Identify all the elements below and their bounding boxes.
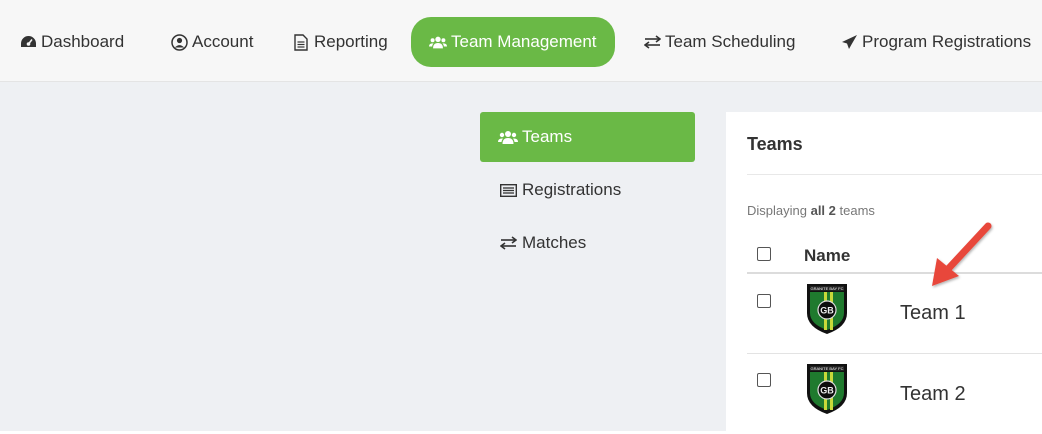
subnav-teams-label: Teams [522, 127, 573, 146]
select-all-checkbox[interactable] [757, 247, 771, 261]
nav-dashboard-label: Dashboard [41, 32, 125, 51]
exchange-icon [498, 234, 518, 252]
nav-team-management-label: Team Management [451, 32, 597, 51]
annotation-arrow-icon [932, 222, 992, 286]
panel-title: Teams [747, 134, 803, 154]
users-icon [429, 33, 447, 51]
nav-program-registrations[interactable]: Program Registrations [840, 17, 1031, 67]
nav-reporting[interactable]: Reporting [292, 17, 388, 67]
row-checkbox[interactable] [757, 373, 771, 387]
crest-text: GRANITE BAY FC [811, 286, 844, 291]
nav-reporting-label: Reporting [314, 32, 388, 51]
summary-prefix: Displaying [747, 203, 811, 218]
summary-count: all 2 [810, 203, 836, 218]
nav-team-scheduling[interactable]: Team Scheduling [643, 17, 795, 67]
row-checkbox[interactable] [757, 294, 771, 308]
panel-divider [747, 174, 1042, 175]
table-row[interactable]: GRANITE BAY FC GB Team 2 [747, 354, 1042, 434]
column-header-name[interactable]: Name [804, 246, 850, 266]
nav-program-registrations-label: Program Registrations [862, 32, 1032, 51]
dashboard-icon [19, 33, 37, 51]
user-circle-icon [170, 33, 188, 51]
content-area: Teams Registrations Matches Teams Displa… [0, 82, 1042, 431]
file-text-icon [292, 33, 310, 51]
nav-dashboard[interactable]: Dashboard [19, 17, 124, 67]
svg-text:GB: GB [820, 306, 834, 316]
team-name[interactable]: Team 1 [900, 302, 966, 325]
subnav-matches-label: Matches [522, 233, 587, 252]
users-icon [498, 128, 518, 146]
summary-suffix: teams [835, 203, 875, 218]
list-icon [498, 181, 518, 199]
subnav-registrations-label: Registrations [522, 180, 622, 199]
nav-account[interactable]: Account [170, 17, 253, 67]
paper-plane-icon [840, 33, 858, 51]
team-crest: GRANITE BAY FC GB [805, 363, 849, 415]
exchange-icon [643, 33, 661, 51]
svg-text:GB: GB [820, 386, 834, 396]
subnav-registrations[interactable]: Registrations [480, 165, 695, 215]
team-name[interactable]: Team 2 [900, 383, 966, 406]
top-navigation: Dashboard Account Reporting Team Managem… [0, 0, 1042, 82]
nav-account-label: Account [192, 32, 254, 51]
crest-text: GRANITE BAY FC [811, 366, 844, 371]
subnav-matches[interactable]: Matches [480, 218, 695, 268]
team-crest: GRANITE BAY FC GB [805, 283, 849, 335]
nav-team-management[interactable]: Team Management [411, 17, 615, 67]
nav-team-scheduling-label: Team Scheduling [665, 32, 796, 51]
subnav-teams[interactable]: Teams [480, 112, 695, 162]
teams-count-summary: Displaying all 2 teams [747, 203, 875, 218]
